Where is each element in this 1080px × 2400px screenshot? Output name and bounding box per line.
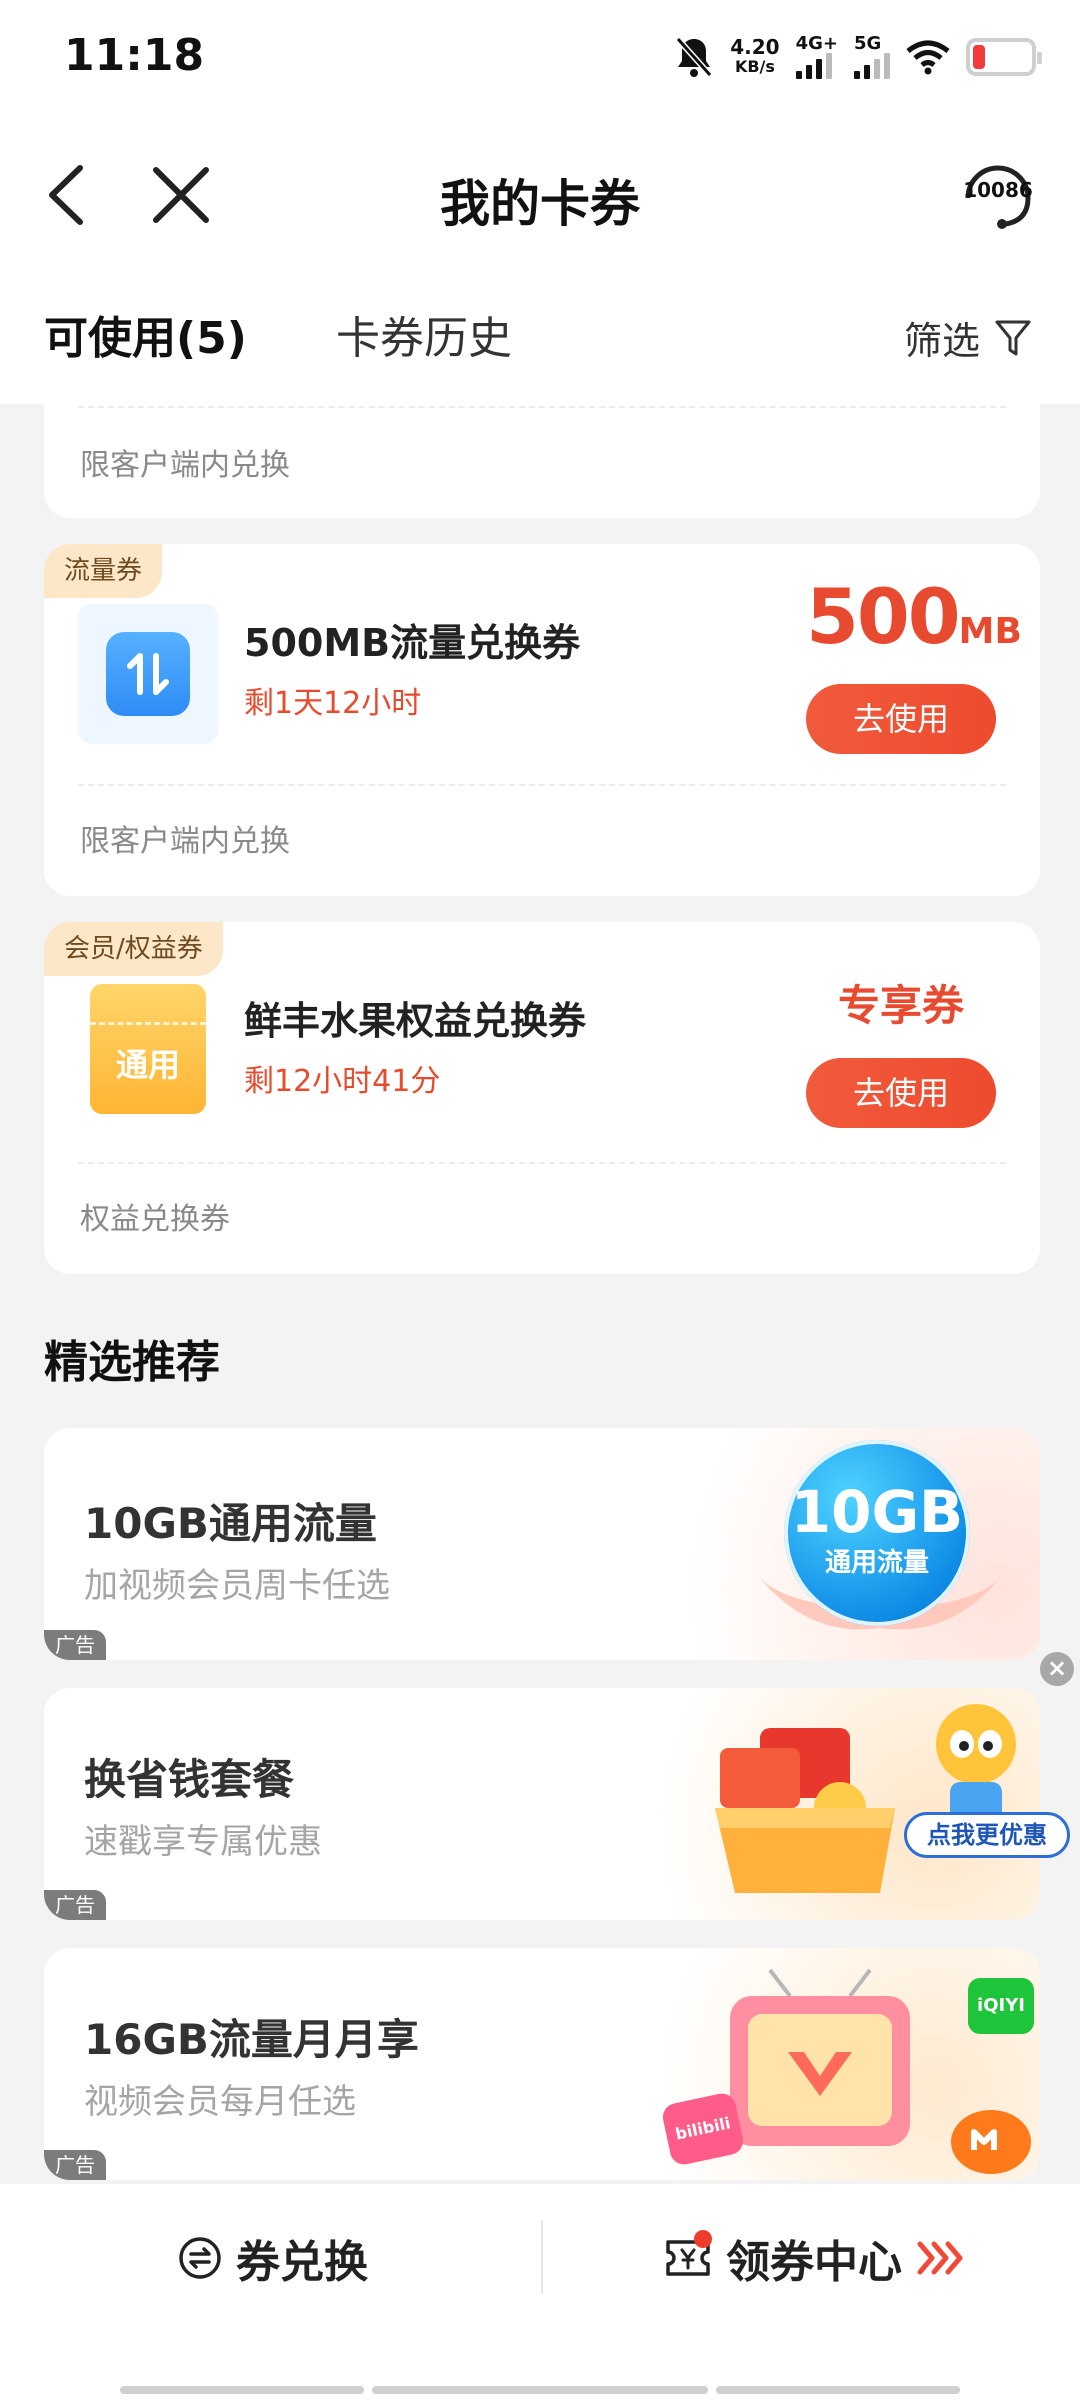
- exchange-icon: [179, 2237, 221, 2279]
- iqiyi-logo: iQIYI: [968, 1978, 1034, 2034]
- promo-cta-button[interactable]: 点我更优惠: [904, 1812, 1070, 1858]
- promo-title: 16GB流量月月享: [84, 2015, 419, 2064]
- section-title: 精选推荐: [44, 1337, 220, 1388]
- speed-value: 4.20: [730, 35, 780, 59]
- card-divider: [78, 406, 1006, 408]
- universal-coupon-label: 通用: [115, 1046, 180, 1084]
- battery-icon: [966, 38, 1042, 76]
- customer-service-button[interactable]: 10086: [958, 154, 1038, 234]
- data-badge-label: 通用流量: [824, 1548, 929, 1578]
- promo-subtitle: 速戳享专属优惠: [84, 1822, 322, 1862]
- bell-muted-icon: [676, 37, 713, 77]
- use-coupon-button[interactable]: 去使用: [806, 1058, 996, 1128]
- gesture-bar: [716, 2386, 960, 2394]
- coupon-footer: 限客户端内兑换: [80, 448, 290, 483]
- network-speed: 4.20 KB/s: [730, 37, 779, 77]
- tab-available[interactable]: 可使用(5): [44, 302, 247, 366]
- promo-title: 10GB通用流量: [84, 1499, 377, 1548]
- tv-icon: [730, 1968, 910, 2146]
- wifi-icon: [906, 40, 950, 75]
- filter-label: 筛选: [903, 319, 980, 363]
- service-number: 10086: [963, 178, 1033, 202]
- universal-coupon-icon: 通用: [90, 984, 206, 1114]
- coupon-tag: 会员/权益券: [44, 922, 223, 976]
- bottom-bar: 券兑换 领券中心: [0, 2184, 1080, 2400]
- coupon-exchange-label: 券兑换: [236, 2237, 368, 2288]
- coupon-center-icon-wrap: [664, 2230, 712, 2280]
- data-exchange-icon: [78, 604, 218, 744]
- gesture-bar: [372, 2386, 708, 2394]
- coupon-title: 鲜丰水果权益兑换券: [244, 999, 587, 1043]
- filter-button[interactable]: 筛选: [904, 310, 1032, 365]
- coupon-time-left: 剩1天12小时: [244, 686, 422, 721]
- card-divider: [78, 1162, 1006, 1164]
- bee-mascot-icon: [936, 1704, 1016, 1822]
- ad-label: 广告: [44, 1890, 106, 1920]
- ad-label: 广告: [44, 2150, 106, 2180]
- bottom-divider: [541, 2220, 543, 2294]
- close-ad-icon[interactable]: ×: [1040, 1652, 1074, 1686]
- data-badge-amount: 10GB: [790, 1478, 964, 1546]
- coupon-value-unit: MB: [958, 611, 1022, 652]
- promo-banner[interactable]: 10GB 通用流量 10GB通用流量 加视频会员周卡任选 广告: [44, 1428, 1040, 1660]
- signal-5g: 5G: [854, 35, 890, 79]
- coupon-time-left: 剩12小时41分: [244, 1064, 441, 1099]
- promo-banner[interactable]: iQIYI bilibili 16GB流量月月享 视频会员每月任选 广告: [44, 1948, 1040, 2180]
- coupon-title: 500MB流量兑换券: [244, 621, 581, 665]
- data-badge: 10GB 通用流量: [784, 1440, 970, 1626]
- page-title: 我的卡券: [440, 175, 640, 233]
- tab-bar: 可使用(5) 卡券历史 筛选: [0, 274, 1080, 404]
- filter-icon: [995, 320, 1031, 355]
- status-icons: 4.20 KB/s 4G+ 5G: [674, 30, 1042, 84]
- notification-dot: [694, 2230, 712, 2248]
- use-coupon-button[interactable]: 去使用: [806, 684, 996, 754]
- ad-label: 广告: [44, 1630, 106, 1660]
- nav-bar: 我的卡券 10086: [0, 118, 1080, 274]
- coupon-footer: 权益兑换券: [80, 1202, 230, 1237]
- status-bar: 11:18 4.20 KB/s 4G+ 5G: [0, 0, 1080, 118]
- coupon-footer: 限客户端内兑换: [80, 824, 290, 859]
- signal-5g-label: 5G: [854, 33, 882, 54]
- signal-4g-label: 4G+: [795, 33, 838, 54]
- status-time: 11:18: [64, 30, 205, 81]
- signal-bars-icon: [854, 53, 890, 79]
- coupon-exchange-button[interactable]: 券兑换: [178, 2226, 368, 2290]
- coupon-center-label: 领券中心: [726, 2237, 902, 2288]
- promo-subtitle: 视频会员每月任选: [84, 2082, 356, 2122]
- coupon-center-button[interactable]: 领券中心: [664, 2226, 966, 2290]
- coupon-card[interactable]: 限客户端内兑换: [44, 400, 1040, 518]
- chevron-right-icon: [917, 2241, 963, 2275]
- speed-unit: KB/s: [734, 57, 775, 76]
- coupon-tag: 流量券: [44, 544, 163, 598]
- signal-bars-icon: [795, 53, 832, 79]
- promo-banner[interactable]: 换省钱套餐 速戳享专属优惠 广告: [44, 1688, 1040, 1920]
- coupon-value-text: 专享券: [837, 981, 964, 1030]
- coupon-value: 500MB: [806, 572, 1022, 661]
- coupon-value-number: 500: [806, 572, 961, 661]
- coupon-card[interactable]: 流量券 500MB流量兑换券 剩1天12小时 500MB 去使用 限客户端内兑换: [44, 544, 1040, 896]
- gesture-bar: [120, 2386, 364, 2394]
- promo-title: 换省钱套餐: [84, 1755, 295, 1804]
- coupon-card[interactable]: 会员/权益券 通用 鲜丰水果权益兑换券 剩12小时41分 专享券 去使用 权益兑…: [44, 922, 1040, 1274]
- mango-tv-icon: [951, 2110, 1031, 2174]
- signal-4g: 4G+: [795, 33, 838, 79]
- tab-history[interactable]: 卡券历史: [336, 302, 512, 366]
- card-divider: [78, 784, 1006, 786]
- promo-subtitle: 加视频会员周卡任选: [84, 1566, 390, 1606]
- gift-box-icon: [715, 1728, 895, 1893]
